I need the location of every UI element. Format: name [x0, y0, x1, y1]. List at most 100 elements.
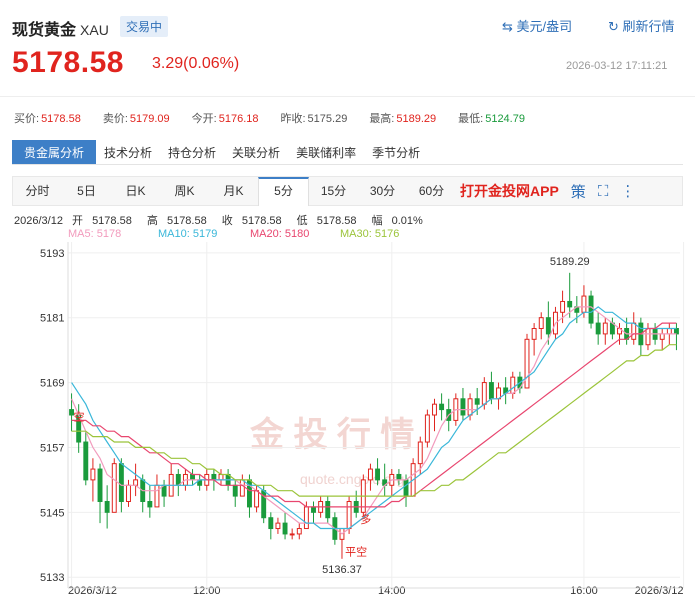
amplitude-label: 幅	[371, 215, 383, 227]
candle-31	[289, 533, 295, 536]
quote-label-0: 买价:	[14, 113, 40, 125]
high-annotation: 5189.29	[550, 256, 590, 268]
price-change: 3.29(0.06%)	[152, 55, 240, 72]
candle-55	[460, 398, 466, 416]
signal-marker-short: 空	[74, 409, 85, 423]
analysis-tab-4[interactable]: 美联储利率	[288, 140, 364, 164]
candle-58	[481, 382, 487, 405]
analysis-tab-3[interactable]: 关联分析	[224, 140, 288, 164]
x-tick-label-2: 14:00	[378, 585, 406, 597]
candle-57	[474, 398, 480, 405]
quote-value-3: 5175.29	[307, 113, 348, 125]
quote-value-1: 5179.09	[129, 113, 170, 125]
candle-11	[147, 501, 153, 508]
candle-81	[645, 328, 651, 346]
status-badge: 交易中	[120, 16, 169, 37]
y-tick-label-5: 5133	[40, 572, 64, 584]
ohlc-date: 2026/3/12	[14, 215, 63, 227]
candle-3	[90, 468, 96, 481]
candle-85	[673, 328, 679, 335]
y-tick-label-2: 5169	[40, 378, 64, 390]
currency-unit-label: 美元/盎司	[516, 19, 573, 34]
candle-70	[567, 300, 573, 308]
period-tab-7[interactable]: 30分	[358, 177, 407, 205]
candle-52	[439, 403, 445, 411]
candle-8	[126, 484, 131, 502]
period-tab-3[interactable]: 周K	[160, 177, 209, 205]
tab-divider	[12, 164, 683, 165]
refresh-button[interactable]: ↻ 刷新行情	[608, 16, 675, 35]
candle-6	[111, 463, 117, 513]
quote-label-5: 最低:	[458, 113, 484, 125]
candle-33	[303, 506, 309, 530]
watermark-text: 金 投 行 情	[249, 415, 414, 454]
candle-83	[659, 333, 665, 340]
candle-75	[602, 322, 608, 335]
candle-66	[538, 317, 544, 329]
candle-17	[190, 473, 195, 481]
refresh-label: 刷新行情	[622, 19, 675, 34]
candlestick-chart: 金 投 行 情 quote.cngold.org 5193 5181 5169 5157 5…	[40, 242, 685, 597]
period-tab-0[interactable]: 分时	[13, 177, 62, 205]
period-tabs: 分时 5日 日K 周K 月K 5分 15分 30分 60分 打开金投网APP 策 ⛶ ⋮	[12, 176, 683, 206]
close-label: 收	[221, 215, 233, 227]
y-tick-label-4: 5145	[40, 507, 64, 519]
period-tab-4[interactable]: 月K	[209, 177, 258, 205]
signal-marker-close-short: 平空	[345, 545, 367, 559]
candle-24	[239, 479, 245, 497]
candle-64	[524, 338, 530, 389]
candle-9	[133, 479, 139, 486]
low-value: 5178.58	[316, 215, 357, 227]
period-tab-2[interactable]: 日K	[111, 177, 160, 205]
analysis-tabs: 贵金属分析 技术分析 持仓分析 关联分析 美联储利率 季节分析	[12, 140, 428, 164]
candle-50	[424, 414, 430, 443]
quote-label-3: 昨收:	[280, 113, 306, 125]
candle-62	[510, 376, 516, 394]
quote-value-2: 5176.18	[218, 113, 259, 125]
open-app-link[interactable]: 打开金投网APP	[460, 181, 559, 201]
analysis-tab-5[interactable]: 季节分析	[364, 140, 428, 164]
candle-30	[282, 522, 288, 535]
candle-69	[560, 300, 566, 313]
more-icon[interactable]: ⋮	[620, 182, 635, 200]
quote-value-0: 5178.58	[41, 113, 81, 125]
high-value: 5178.58	[166, 215, 207, 227]
candle-72	[581, 295, 587, 313]
quote-timestamp: 2026-03-12 17:11:21	[566, 60, 668, 72]
candle-34	[311, 506, 316, 513]
analysis-tab-2[interactable]: 持仓分析	[160, 140, 224, 164]
candle-28	[268, 517, 274, 530]
candle-65	[531, 328, 537, 340]
candle-49	[417, 441, 423, 465]
open-label: 开	[72, 215, 83, 227]
divider	[0, 96, 695, 97]
fullscreen-icon[interactable]: ⛶	[598, 183, 609, 200]
period-tab-8[interactable]: 60分	[407, 177, 456, 205]
candle-23	[232, 484, 238, 497]
page-title: 现货黄金 XAU	[12, 16, 109, 40]
analysis-tab-0[interactable]: 贵金属分析	[12, 140, 97, 164]
low-label: 低	[296, 215, 308, 227]
period-tab-1[interactable]: 5日	[62, 177, 111, 205]
strategy-icon[interactable]: 策	[571, 181, 586, 202]
currency-unit-link[interactable]: ⇆ 美元/盎司	[502, 16, 572, 35]
quote-summary: 买价: 5178.58 卖价: 5179.09 今开: 5176.18 昨收: 5175.29…	[14, 110, 547, 126]
quote-label-1: 卖价:	[102, 113, 128, 125]
open-value: 5178.58	[92, 215, 132, 227]
analysis-tab-1[interactable]: 技术分析	[96, 140, 160, 164]
x-tick-label-1: 12:00	[193, 585, 221, 597]
candle-46	[396, 473, 402, 481]
candle-51	[432, 403, 437, 416]
x-tick-label-4: 2026/3/12	[635, 585, 684, 597]
y-tick-label-0: 5193	[40, 248, 64, 260]
period-tab-6[interactable]: 15分	[309, 177, 358, 205]
candle-42	[367, 468, 373, 481]
quote-label-2: 今开:	[191, 113, 217, 125]
low-annotation: 5136.37	[322, 564, 362, 576]
candle-5	[104, 501, 110, 513]
candle-26	[254, 490, 260, 508]
candle-39	[346, 501, 352, 530]
candle-56	[467, 398, 473, 416]
period-tab-5[interactable]: 5分	[258, 176, 309, 206]
candle-12	[154, 484, 160, 508]
